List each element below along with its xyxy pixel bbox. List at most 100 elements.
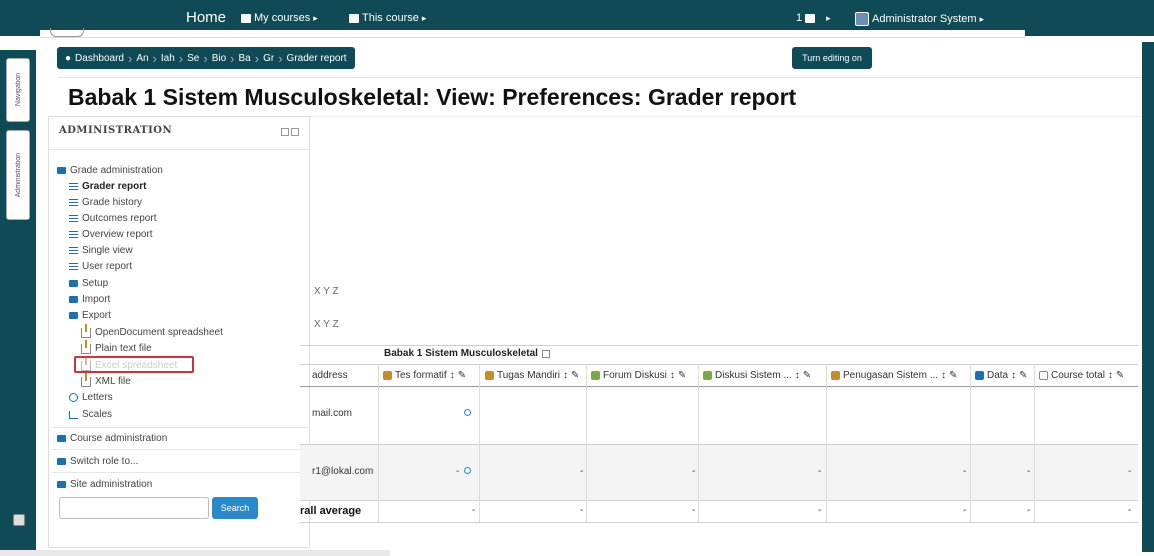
column-header-data[interactable]: Data ↕ ✎ — [975, 370, 1028, 381]
table-border — [300, 364, 1138, 365]
tree-overview-report[interactable]: Overview report — [69, 229, 153, 240]
admin-search-button[interactable]: Search — [212, 497, 258, 519]
edit-icon[interactable]: ✎ — [1116, 370, 1124, 381]
column-header-tugas-mandiri[interactable]: Tugas Mandiri ↕ ✎ — [485, 370, 579, 381]
turn-editing-on-button[interactable]: Turn editing on — [792, 47, 872, 69]
administration-block: ADMINISTRATION Grade administration Grad… — [48, 116, 311, 548]
grade-analysis-icon[interactable] — [464, 466, 471, 477]
tree-course-administration[interactable]: Course administration — [57, 433, 167, 444]
dock-toggle-button[interactable] — [13, 514, 25, 526]
tree-letters[interactable]: Letters — [69, 392, 113, 403]
breadcrumb-item-current[interactable]: Grader report — [287, 53, 347, 64]
horizontal-scrollbar[interactable] — [0, 550, 390, 556]
tree-label: Switch role to... — [70, 456, 139, 467]
folder-icon — [57, 481, 66, 488]
tree-export-opendocument[interactable]: OpenDocument spreadsheet — [81, 323, 223, 338]
cell-grade[interactable]: - — [456, 466, 459, 477]
column-header-penugasan-sistem[interactable]: Penugasan Sistem ... ↕ ✎ — [831, 370, 957, 381]
caret-right-icon: ▸ — [313, 12, 318, 23]
scales-icon — [69, 410, 78, 419]
cell-grade[interactable]: - — [1128, 466, 1131, 477]
breadcrumb-separator: › — [203, 50, 208, 66]
column-divider — [378, 364, 379, 522]
breadcrumb-item[interactable]: Gr — [263, 53, 274, 64]
breadcrumb-item[interactable]: An — [136, 53, 148, 64]
tree-outcomes-report[interactable]: Outcomes report — [69, 213, 156, 224]
divider — [51, 449, 309, 450]
tree-export-xml[interactable]: XML file — [81, 372, 131, 387]
column-header-course-total[interactable]: Course total ↕ ✎ — [1039, 370, 1124, 381]
cell-grade[interactable]: - — [963, 466, 966, 477]
initials-bar[interactable]: X Y Z — [314, 286, 339, 297]
tree-grade-history[interactable]: Grade history — [69, 197, 142, 208]
column-header-email[interactable]: address — [312, 370, 348, 381]
breadcrumb-item[interactable]: Ba — [239, 53, 251, 64]
page-title: Babak 1 Sistem Musculoskeletal: View: Pr… — [68, 84, 797, 110]
edit-icon[interactable]: ✎ — [1019, 370, 1027, 381]
sort-icon[interactable]: ↕ — [1011, 370, 1016, 381]
column-header-tes-formatif[interactable]: Tes formatif ↕ ✎ — [383, 370, 466, 381]
tree-switch-role[interactable]: Switch role to... — [57, 456, 138, 467]
tree-grade-administration[interactable]: Grade administration — [57, 165, 163, 176]
column-header-label: Tes formatif — [395, 370, 447, 381]
sort-icon[interactable]: ↕ — [563, 370, 568, 381]
category-toggle-icon[interactable] — [541, 349, 550, 358]
sort-icon[interactable]: ↕ — [450, 370, 455, 381]
sort-icon[interactable]: ↕ — [941, 370, 946, 381]
column-header-forum-diskusi[interactable]: Forum Diskusi ↕ ✎ — [591, 370, 686, 381]
left-dock: Navigation Administration — [0, 50, 36, 552]
tree-user-report[interactable]: User report — [69, 261, 132, 272]
dock-tab-navigation[interactable]: Navigation — [6, 58, 30, 122]
edit-icon[interactable]: ✎ — [949, 370, 957, 381]
sort-icon[interactable]: ↕ — [795, 370, 800, 381]
nav-my-courses-label: My courses — [254, 12, 311, 24]
tree-label: Outcomes report — [82, 213, 157, 224]
cell-grade[interactable]: - — [1027, 466, 1030, 477]
edit-icon[interactable]: ✎ — [678, 370, 686, 381]
database-icon — [975, 371, 984, 380]
tree-grader-report[interactable]: Grader report — [69, 181, 146, 192]
tree-site-administration[interactable]: Site administration — [57, 479, 152, 490]
grade-analysis-icon[interactable] — [464, 408, 471, 419]
breadcrumb-separator: › — [127, 50, 133, 66]
table-border — [300, 345, 1138, 346]
edit-icon[interactable]: ✎ — [803, 370, 811, 381]
quiz-icon — [383, 371, 392, 380]
sort-icon[interactable]: ↕ — [670, 370, 675, 381]
breadcrumb-separator: › — [278, 50, 283, 66]
nav-messages[interactable]: 1 ▸ — [796, 12, 831, 24]
tree-setup[interactable]: Setup — [69, 278, 108, 289]
nav-this-course[interactable]: This course ▸ — [349, 12, 426, 24]
cell-email: mail.com — [312, 408, 353, 419]
breadcrumb-item[interactable]: Bio — [212, 53, 226, 64]
nav-my-courses[interactable]: My courses ▸ — [241, 12, 318, 24]
dock-block-icon[interactable] — [281, 128, 289, 136]
dock-tab-administration[interactable]: Administration — [6, 130, 30, 220]
edit-icon[interactable]: ✎ — [458, 370, 466, 381]
column-header-diskusi-sistem[interactable]: Diskusi Sistem ... ↕ ✎ — [703, 370, 811, 381]
cell-grade[interactable]: - — [580, 466, 583, 477]
export-icon — [81, 372, 91, 387]
cell-grade[interactable]: - — [818, 466, 821, 477]
breadcrumb-item-dashboard[interactable]: Dashboard — [75, 53, 124, 64]
nav-user-menu[interactable]: Administrator System ▸ — [855, 12, 984, 26]
tree-export-plain-text[interactable]: Plain text file — [81, 339, 152, 354]
tree-scales[interactable]: Scales — [69, 409, 112, 420]
nav-home-link[interactable]: Home — [186, 9, 226, 26]
folder-icon — [69, 280, 78, 287]
collapse-block-icon[interactable] — [291, 128, 299, 136]
tree-single-view[interactable]: Single view — [69, 245, 133, 256]
edit-icon[interactable]: ✎ — [571, 370, 579, 381]
admin-search-input[interactable] — [59, 497, 209, 519]
initials-bar[interactable]: X Y Z — [314, 319, 339, 330]
block-heading: ADMINISTRATION — [59, 125, 173, 136]
sort-icon[interactable]: ↕ — [1108, 370, 1113, 381]
breadcrumb-item[interactable]: Iah — [161, 53, 175, 64]
export-icon — [81, 339, 91, 354]
cell-grade[interactable]: - — [692, 466, 695, 477]
tree-label: Scales — [82, 409, 113, 420]
tree-export[interactable]: Export — [69, 310, 111, 321]
tree-import[interactable]: Import — [69, 294, 110, 305]
column-divider — [479, 364, 480, 522]
breadcrumb-item[interactable]: Se — [187, 53, 199, 64]
